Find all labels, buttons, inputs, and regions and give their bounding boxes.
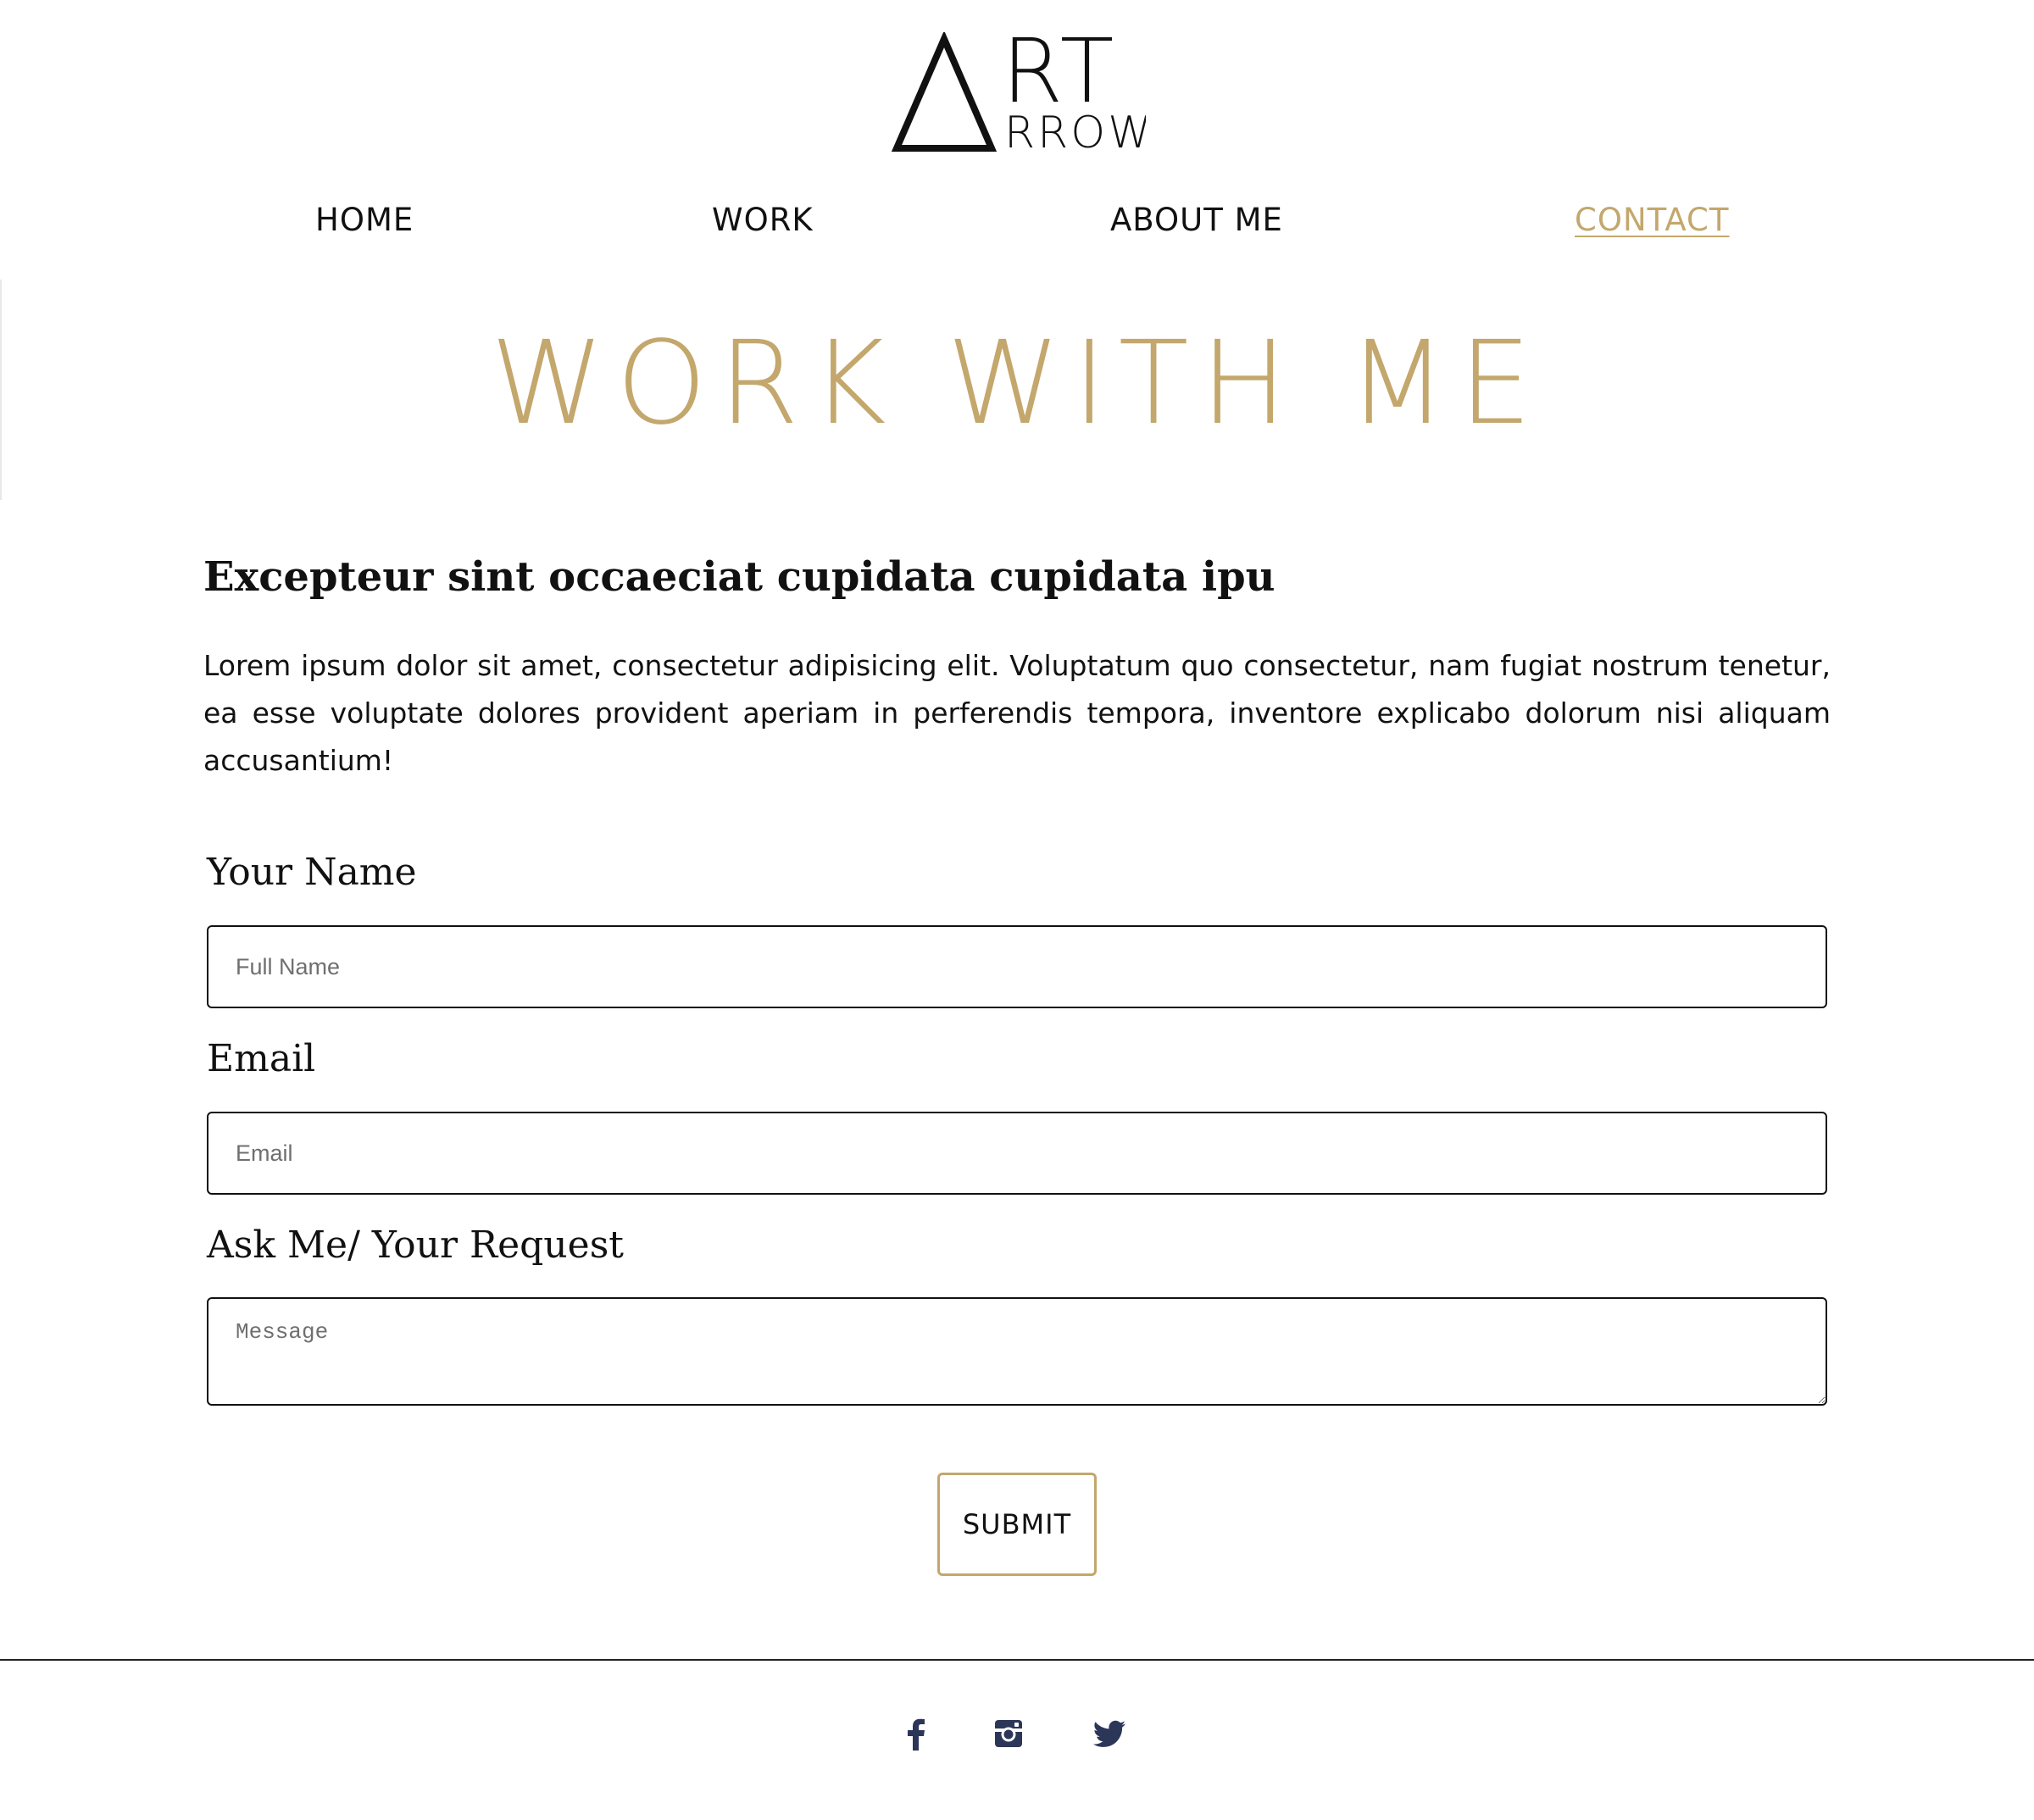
intro-heading: Excepteur sint occaeciat cupidata cupida… <box>203 553 1275 601</box>
main-nav: HOME WORK ABOUT ME CONTACT <box>0 195 2034 246</box>
nav-item-about-me[interactable]: ABOUT ME <box>1110 195 1283 246</box>
instagram-link[interactable] <box>988 1713 1029 1754</box>
instagram-icon <box>995 1720 1022 1747</box>
facebook-link[interactable] <box>896 1713 936 1754</box>
footer-divider <box>0 1659 2034 1661</box>
intro-paragraph: Lorem ipsum dolor sit amet, consectetur … <box>203 649 1831 777</box>
nav-item-contact[interactable]: CONTACT <box>1575 195 1729 246</box>
message-textarea[interactable] <box>207 1297 1827 1406</box>
email-label: Email <box>207 1037 316 1080</box>
twitter-link[interactable] <box>1088 1713 1129 1754</box>
nav-item-work[interactable]: WORK <box>712 195 814 246</box>
submit-button[interactable]: SUBMIT <box>937 1473 1097 1576</box>
name-input[interactable] <box>207 925 1827 1008</box>
logo-triangle <box>892 32 998 152</box>
email-input[interactable] <box>207 1112 1827 1195</box>
page-title: WORK WITH ME <box>490 317 1544 451</box>
name-label: Your Name <box>207 851 417 894</box>
logo-text-rrow: RROW <box>1004 108 1146 155</box>
nav-item-home[interactable]: HOME <box>315 195 414 246</box>
request-label: Ask Me/ Your Request <box>207 1224 624 1267</box>
facebook-icon <box>908 1718 925 1751</box>
twitter-icon <box>1092 1720 1125 1747</box>
logo[interactable]: RT RROW <box>892 32 1146 155</box>
logo-mark: RT RROW <box>892 32 1146 155</box>
